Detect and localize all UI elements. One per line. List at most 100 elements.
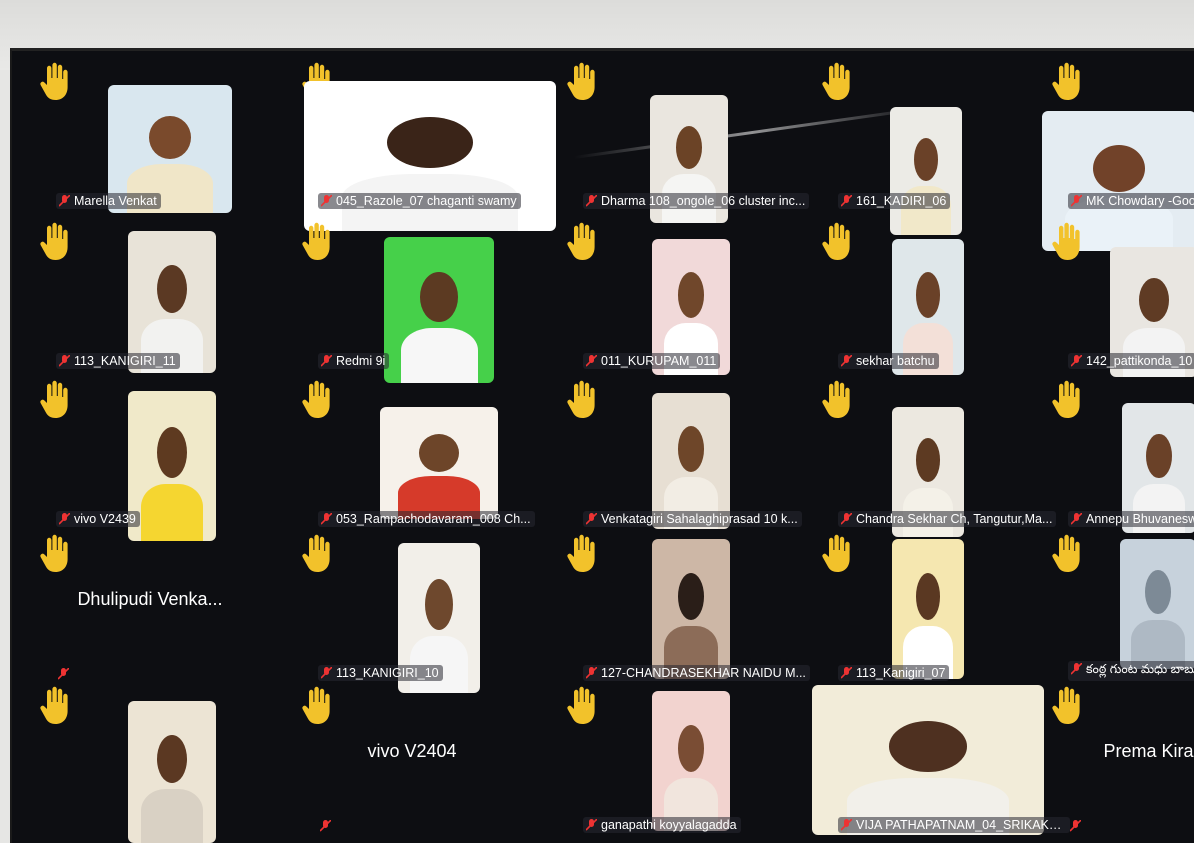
participant-name: Dharma 108_ongole_06 cluster inc... <box>601 194 806 208</box>
participant-name-label: Dharma 108_ongole_06 cluster inc... <box>583 193 810 209</box>
participant-tile[interactable]: VIJA PATHAPATNAM_04_SRIKAKU... <box>812 681 1070 839</box>
participant-name: Venkatagiri Sahalaghiprasad 10 k... <box>601 512 798 526</box>
participant-name: VIJA PATHAPATNAM_04_SRIKAKU... <box>856 818 1069 832</box>
participant-tile[interactable]: Marella Venkat <box>30 57 270 215</box>
participant-name: కంఠ్ల గుంట మధు బాబు no.4... <box>1086 662 1194 676</box>
participant-tile[interactable]: 011_KURUPAM_011 <box>557 217 797 375</box>
participant-display-name: Dhulipudi Venka... <box>77 589 223 609</box>
participant-tile[interactable]: Chandra Sekhar Ch, Tangutur,Ma... <box>812 375 1057 537</box>
participant-video <box>128 391 216 541</box>
muted-mic-icon <box>57 667 70 680</box>
participant-face <box>387 117 473 168</box>
participant-video <box>812 685 1044 835</box>
participant-name-label: 113_Kanigiri_07 <box>838 665 950 681</box>
participant-tile[interactable]: ganapathi koyyalagadda <box>557 681 797 839</box>
participant-tile[interactable]: Redmi 9i <box>292 217 532 383</box>
participant-name: 113_KANIGIRI_10 <box>336 666 439 680</box>
participant-face <box>915 572 941 621</box>
muted-mic-icon <box>58 354 71 367</box>
raised-hand-icon <box>820 61 852 101</box>
participant-tile[interactable]: 127-CHANDRASEKHAR NAIDU M... <box>557 529 810 687</box>
muted-mic-icon <box>840 194 853 207</box>
participant-name: 045_Razole_07 chaganti swamy <box>336 194 517 208</box>
participant-face <box>1146 434 1172 479</box>
participant-tile[interactable]: 045_Razole_07 chaganti swamy <box>292 57 556 231</box>
participant-body <box>141 789 203 843</box>
participant-tile[interactable]: Dharma 108_ongole_06 cluster inc... <box>557 57 810 223</box>
participant-name-label: 127-CHANDRASEKHAR NAIDU M... <box>583 665 810 681</box>
participant-name-label: 113_KANIGIRI_11 <box>56 353 180 369</box>
participant-face <box>913 137 939 182</box>
participant-tile[interactable]: Prema Kiran K <box>1042 681 1194 839</box>
raised-hand-icon <box>38 379 70 419</box>
participant-name-label: MK Chowdary -Gooty T... <box>1068 193 1194 209</box>
participant-video <box>380 407 498 519</box>
muted-mic-icon <box>585 194 598 207</box>
participant-tile[interactable]: 142_pattikonda_10 <box>1042 217 1194 377</box>
muted-mic-icon <box>1069 819 1082 832</box>
raised-hand-icon <box>1050 379 1082 419</box>
participant-name: MK Chowdary -Gooty T... <box>1086 194 1194 208</box>
raised-hand-icon <box>565 379 597 419</box>
participant-tile[interactable]: 113_Kanigiri_07 <box>812 529 1052 687</box>
participant-name-label: sekhar batchu <box>838 353 939 369</box>
participant-name-label: Marella Venkat <box>56 193 161 209</box>
participant-face <box>148 115 192 160</box>
participant-tile[interactable]: కంఠ్ల గుంట మధు బాబు no.4... <box>1042 529 1194 687</box>
muted-mic-icon <box>840 818 853 831</box>
participant-tile[interactable]: 053_Rampachodavaram_008 Ch... <box>292 375 535 533</box>
participant-tile[interactable]: Annepu Bhuvaneswara... <box>1042 375 1194 533</box>
participant-tile[interactable]: 113_KANIGIRI_10 <box>292 529 532 693</box>
participant-name-label: 161_KADIRI_06 <box>838 193 951 209</box>
participant-name-label: Annepu Bhuvaneswara... <box>1068 511 1194 527</box>
participant-face <box>675 125 703 170</box>
muted-mic-icon <box>320 512 333 525</box>
muted-mic-icon <box>1070 662 1083 675</box>
participant-display-name: vivo V2404 <box>367 741 457 761</box>
participant-video <box>890 107 962 235</box>
participant-name: 113_Kanigiri_07 <box>856 666 946 680</box>
participant-tile[interactable]: vivo V2439 <box>30 375 270 541</box>
muted-mic-icon <box>58 194 71 207</box>
raised-hand-icon <box>1050 685 1082 725</box>
raised-hand-icon <box>38 61 70 101</box>
participant-face <box>157 735 187 784</box>
participant-video <box>384 237 494 383</box>
participant-name-label: కంఠ్ల గుంట మధు బాబు no.4... <box>1068 661 1194 681</box>
participant-face <box>1139 278 1169 323</box>
participant-name: Marella Venkat <box>74 194 157 208</box>
participant-tile[interactable]: vivo V2404 <box>292 681 532 839</box>
meeting-gallery-screen: Marella Venkat 045_Razole_07 chaganti swa… <box>10 48 1194 843</box>
raised-hand-icon <box>38 221 70 261</box>
participant-tile[interactable]: Dhulipudi Venka... <box>30 529 270 687</box>
participant-name-label: 113_KANIGIRI_10 <box>318 665 443 681</box>
participant-display-name: Prema Kiran K <box>1103 741 1194 761</box>
raised-hand-icon <box>1050 533 1082 573</box>
participant-tile[interactable]: Venkatagiri Sahalaghiprasad 10 k... <box>557 375 802 533</box>
muted-mic-icon <box>320 666 333 679</box>
raised-hand-icon <box>1050 221 1082 261</box>
participant-tile[interactable]: sekhar batchu <box>812 217 1052 375</box>
raised-hand-icon <box>300 685 332 725</box>
participant-tile[interactable] <box>30 681 270 843</box>
participant-video <box>652 691 730 831</box>
participant-tile[interactable]: 161_KADIRI_06 <box>812 57 1052 235</box>
muted-mic-icon <box>840 354 853 367</box>
muted-mic-icon <box>58 512 71 525</box>
participant-face <box>1092 144 1146 193</box>
participant-face <box>677 425 705 472</box>
muted-mic-icon <box>1070 354 1083 367</box>
raised-hand-icon <box>565 221 597 261</box>
participant-tile[interactable]: MK Chowdary -Gooty T... <box>1042 57 1194 251</box>
raised-hand-icon <box>38 533 70 573</box>
participant-face <box>420 272 458 322</box>
raised-hand-icon <box>1050 61 1082 101</box>
muted-mic-icon <box>1070 194 1083 207</box>
participant-tile[interactable]: 113_KANIGIRI_11 <box>30 217 270 375</box>
participant-name-label: 053_Rampachodavaram_008 Ch... <box>318 511 535 527</box>
participant-name-label: 045_Razole_07 chaganti swamy <box>318 193 521 209</box>
muted-mic-icon <box>320 194 333 207</box>
participant-face <box>677 724 705 773</box>
participant-name-label: Redmi 9i <box>318 353 390 369</box>
participant-name: 113_KANIGIRI_11 <box>74 354 176 368</box>
